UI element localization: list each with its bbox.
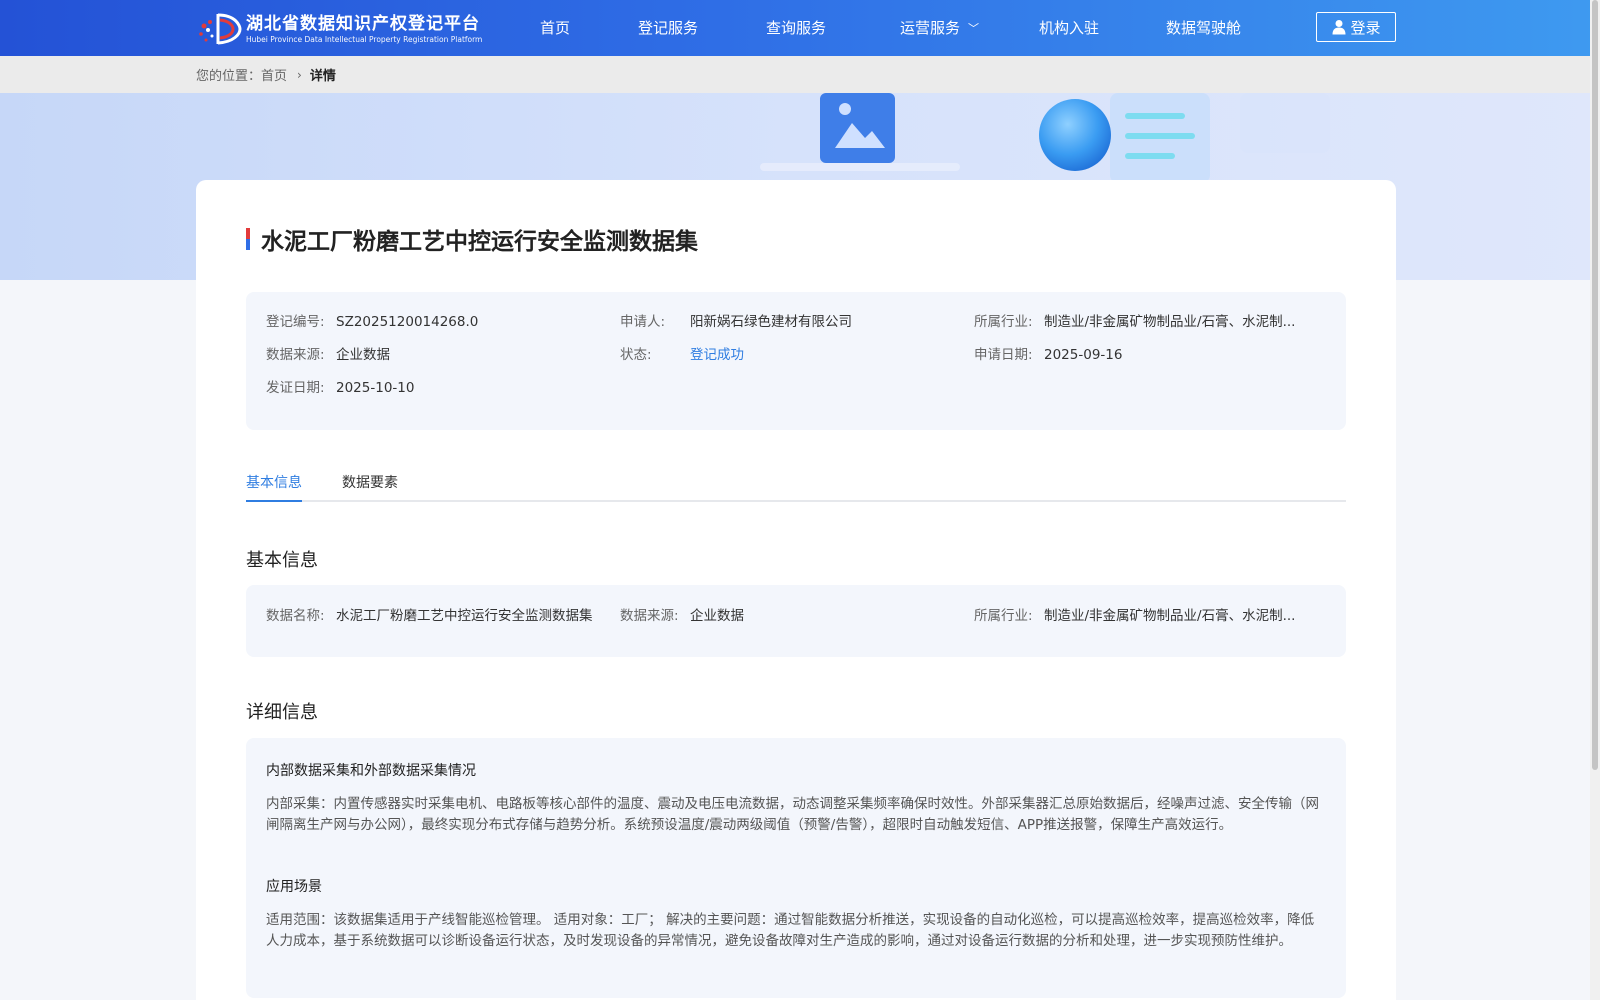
nav-registration-service[interactable]: 登记服务 (638, 18, 698, 38)
breadcrumb-current: 详情 (309, 69, 336, 84)
collection-text: 内部采集：内置传感器实时采集电机、电路板等核心部件的温度、震动及电压电流数据，动… (266, 796, 1319, 833)
nav-operation-service[interactable]: 运营服务 ﹀ (900, 18, 979, 39)
summary-box: 登记编号: SZ2025120014268.0 申请人: 阳新娲石绿色建材有限公司 … (246, 292, 1346, 430)
detail-info-heading: 详细信息 (246, 702, 318, 723)
issue-date-field: 发证日期: 2025-10-10 (266, 380, 415, 396)
user-icon (1332, 20, 1346, 35)
nav-data-cockpit[interactable]: 数据驾驶舱 (1166, 18, 1241, 38)
status-field: 状态: 登记成功 (620, 347, 744, 363)
breadcrumb-prefix: 您的位置： (196, 69, 262, 84)
logo-subtitle: Hubei Province Data Intellectual Propert… (246, 34, 483, 44)
login-button[interactable]: 登录 (1316, 12, 1396, 42)
industry-field: 所属行业: 制造业/非金属矿物制品业/石膏、水泥制... (974, 314, 1296, 330)
basic-industry-field: 所属行业: 制造业/非金属矿物制品业/石膏、水泥制... (974, 608, 1296, 624)
detail-card: 水泥工厂粉磨工艺中控运行安全监测数据集 登记编号: SZ2025120014268… (196, 180, 1396, 1000)
breadcrumb: 您的位置： 首页 › 详情 (196, 65, 336, 85)
tab-data-elements[interactable]: 数据要素 (342, 472, 398, 502)
page-scrollbar[interactable] (1590, 0, 1600, 1000)
title-row: 水泥工厂粉磨工艺中控运行安全监测数据集 (246, 222, 698, 256)
basic-info-box: 数据名称: 水泥工厂粉磨工艺中控运行安全监测数据集 数据来源: 企业数据 所属行业:… (246, 585, 1346, 657)
top-header: 湖北省数据知识产权登记平台 Hubei Province Data Intell… (0, 0, 1600, 56)
chevron-down-icon: ﹀ (968, 22, 980, 35)
logo-title: 湖北省数据知识产权登记平台 (246, 13, 480, 34)
source-field: 数据来源: 企业数据 (266, 347, 390, 363)
platform-logo[interactable]: 湖北省数据知识产权登记平台 Hubei Province Data Intell… (196, 12, 482, 46)
detail-tabs: 基本信息 数据要素 (246, 472, 1346, 502)
scene-text: 适用范围：该数据集适用于产线智能巡检管理。 适用对象：工厂； 解决的主要问题：通… (266, 912, 1315, 949)
apply-date-field: 申请日期: 2025-09-16 (974, 347, 1123, 363)
title-accent-mark (246, 228, 250, 250)
breadcrumb-home-link[interactable]: 首页 (261, 65, 287, 84)
breadcrumb-bar: 您的位置： 首页 › 详情 (0, 56, 1600, 93)
login-label: 登录 (1350, 18, 1381, 37)
collection-heading: 内部数据采集和外部数据采集情况 (266, 763, 476, 779)
nav-institution-entry[interactable]: 机构入驻 (1039, 18, 1099, 38)
scrollbar-thumb[interactable] (1592, 0, 1598, 770)
detail-info-box: 内部数据采集和外部数据采集情况 内部采集：内置传感器实时采集电机、电路板等核心部… (246, 738, 1346, 998)
tab-basic-info[interactable]: 基本信息 (246, 472, 302, 502)
logo-emblem-icon (196, 12, 242, 46)
page-title: 水泥工厂粉磨工艺中控运行安全监测数据集 (261, 229, 698, 255)
scene-heading: 应用场景 (266, 879, 322, 895)
data-name-field: 数据名称: 水泥工厂粉磨工艺中控运行安全监测数据集 (266, 608, 593, 624)
basic-info-heading: 基本信息 (246, 550, 318, 571)
status-badge: 登记成功 (690, 347, 744, 363)
applicant-field: 申请人: 阳新娲石绿色建材有限公司 (620, 314, 852, 330)
nav-home[interactable]: 首页 (540, 18, 570, 38)
basic-source-field: 数据来源: 企业数据 (620, 608, 744, 624)
chevron-right-icon: › (297, 67, 302, 82)
reg-no-field: 登记编号: SZ2025120014268.0 (266, 314, 479, 330)
nav-query-service[interactable]: 查询服务 (766, 18, 826, 38)
